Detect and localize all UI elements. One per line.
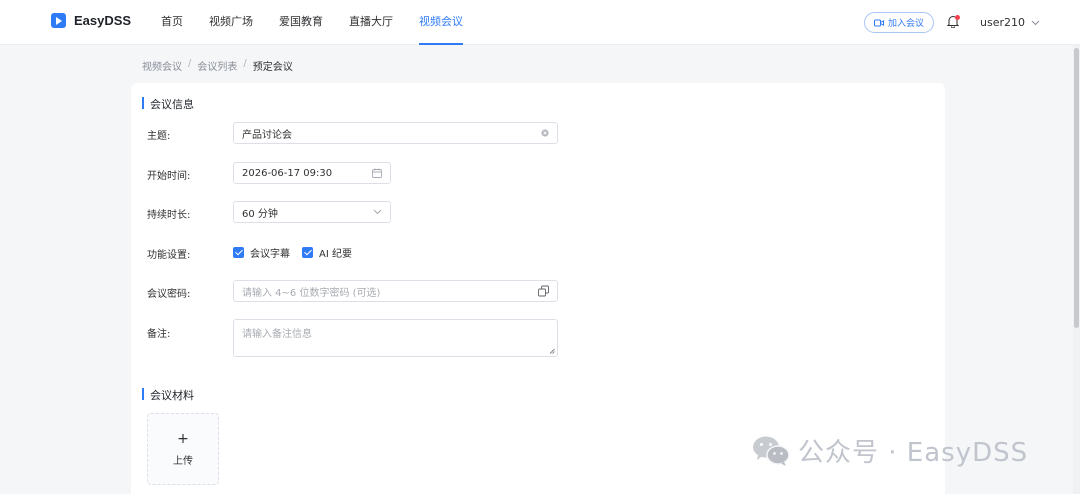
features-group: 会议字幕 AI 纪要 bbox=[233, 245, 364, 260]
user-menu[interactable]: user210 bbox=[980, 16, 1040, 29]
remark-placeholder: 请输入备注信息 bbox=[242, 329, 312, 340]
ai-summary-checkbox-label: AI 纪要 bbox=[319, 249, 352, 260]
nav-item-video-square[interactable]: 视频广场 bbox=[209, 0, 253, 45]
checkbox-checked-icon bbox=[233, 247, 244, 258]
password-label: 会议密码: bbox=[147, 289, 191, 300]
brand-name: EasyDSS bbox=[74, 13, 132, 28]
topic-label: 主题: bbox=[147, 131, 171, 142]
wechat-icon bbox=[753, 436, 790, 466]
breadcrumb-meeting-list[interactable]: 会议列表 bbox=[197, 58, 237, 73]
main-nav: 首页 视频广场 爱国教育 直播大厅 视频会议 bbox=[161, 0, 489, 45]
video-camera-icon bbox=[873, 19, 884, 26]
chevron-down-icon bbox=[1031, 20, 1040, 25]
start-time-value: 2026-06-17 09:30 bbox=[242, 167, 333, 179]
clear-icon[interactable] bbox=[541, 129, 549, 137]
checkbox-checked-icon bbox=[302, 247, 313, 258]
brand-logo[interactable]: EasyDSS bbox=[51, 13, 131, 28]
remark-label: 备注: bbox=[147, 329, 171, 340]
plus-icon: + bbox=[177, 430, 189, 447]
subtitle-checkbox[interactable]: 会议字幕 bbox=[233, 245, 290, 260]
breadcrumb-video-meeting[interactable]: 视频会议 bbox=[142, 58, 182, 73]
notification-dot bbox=[955, 15, 960, 20]
upload-button[interactable]: + 上传 bbox=[147, 413, 219, 485]
watermark-text: 公众号 · EasyDSS bbox=[798, 438, 1029, 468]
nav-item-patriotic-education[interactable]: 爱国教育 bbox=[279, 0, 323, 45]
ai-summary-checkbox[interactable]: AI 纪要 bbox=[302, 245, 352, 260]
topic-value: 产品讨论会 bbox=[242, 129, 292, 141]
username: user210 bbox=[980, 16, 1025, 29]
start-time-label: 开始时间: bbox=[147, 171, 191, 182]
breadcrumb-separator: / bbox=[243, 58, 247, 69]
upload-label: 上传 bbox=[173, 455, 193, 467]
features-label: 功能设置: bbox=[147, 250, 191, 261]
chevron-down-icon bbox=[373, 209, 382, 215]
nav-item-live-hall[interactable]: 直播大厅 bbox=[349, 0, 393, 45]
join-meeting-label: 加入会议 bbox=[887, 19, 924, 29]
section-title-materials: 会议材料 bbox=[142, 387, 194, 403]
topic-input[interactable]: 产品讨论会 bbox=[233, 122, 558, 144]
breadcrumb: 视频会议 / 会议列表 / 预定会议 bbox=[142, 58, 293, 73]
join-meeting-button[interactable]: 加入会议 bbox=[864, 12, 934, 33]
breadcrumb-current: 预定会议 bbox=[252, 62, 293, 73]
resize-handle-icon[interactable] bbox=[549, 348, 555, 354]
start-time-picker[interactable]: 2026-06-17 09:30 bbox=[233, 162, 391, 184]
password-placeholder: 请输入 4~6 位数字密码 (可选) bbox=[242, 287, 381, 299]
page-scrollbar-thumb[interactable] bbox=[1074, 48, 1079, 328]
password-input[interactable]: 请输入 4~6 位数字密码 (可选) bbox=[233, 280, 558, 302]
top-bar: EasyDSS 首页 视频广场 爱国教育 直播大厅 视频会议 加入会议 user… bbox=[0, 0, 1080, 45]
nav-item-home[interactable]: 首页 bbox=[161, 0, 183, 45]
section-title-meeting-info: 会议信息 bbox=[142, 96, 194, 112]
duration-value: 60 分钟 bbox=[242, 208, 278, 220]
duration-label: 持续时长: bbox=[147, 210, 191, 221]
copy-icon[interactable] bbox=[538, 285, 549, 297]
watermark: 公众号 · EasyDSS bbox=[752, 432, 1028, 469]
calendar-icon bbox=[372, 168, 382, 178]
subtitle-checkbox-label: 会议字幕 bbox=[250, 249, 290, 260]
duration-select[interactable]: 60 分钟 bbox=[233, 201, 391, 223]
nav-item-video-meeting[interactable]: 视频会议 bbox=[419, 0, 463, 45]
play-logo-icon bbox=[51, 13, 66, 28]
breadcrumb-separator: / bbox=[188, 58, 192, 69]
remark-textarea[interactable]: 请输入备注信息 bbox=[233, 319, 558, 357]
